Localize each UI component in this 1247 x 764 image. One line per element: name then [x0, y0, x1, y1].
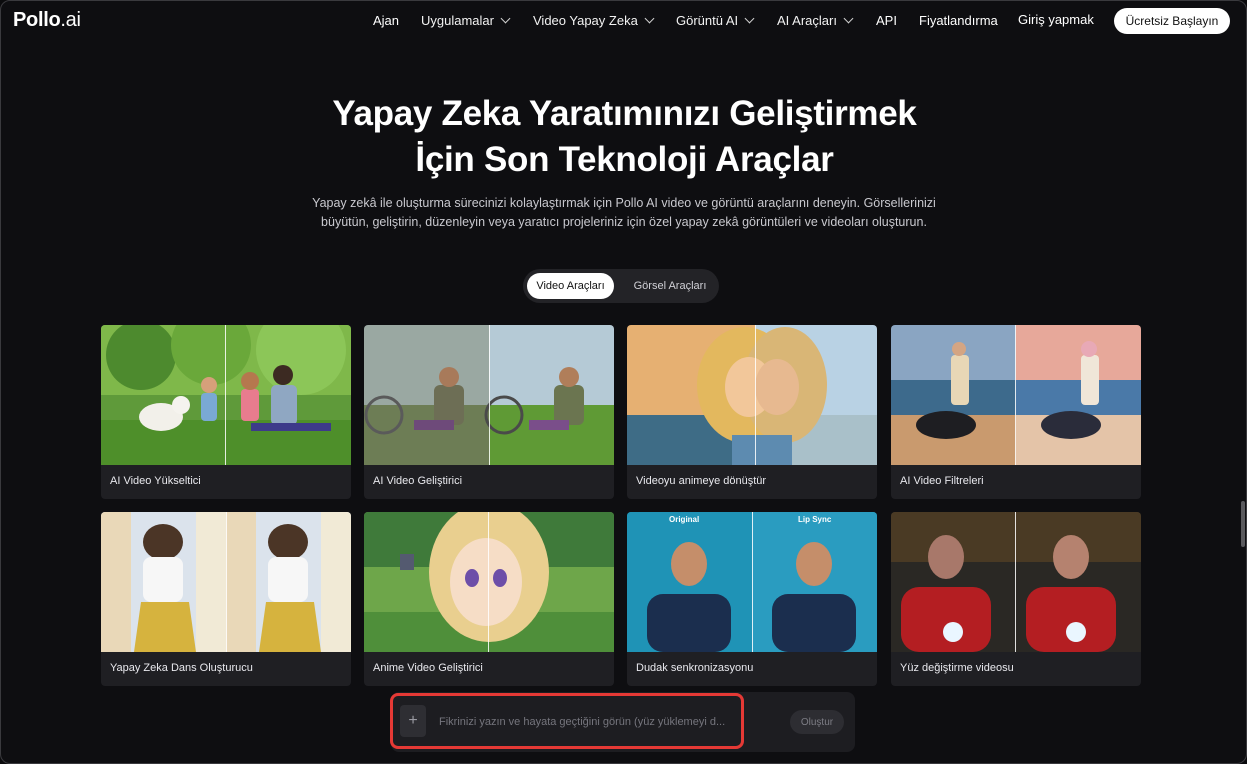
- nav-araclar-label: AI Araçları: [777, 13, 837, 28]
- tool-card-dance-generator[interactable]: Yapay Zeka Dans Oluşturucu: [101, 512, 351, 686]
- nav-video-label: Video Yapay Zeka: [533, 13, 638, 28]
- generate-button[interactable]: Oluştur: [790, 710, 844, 734]
- nav-api[interactable]: API: [876, 13, 897, 28]
- nav-ajan[interactable]: Ajan: [373, 13, 399, 28]
- card-label: AI Video Yükseltici: [110, 475, 201, 487]
- scrollbar[interactable]: [1241, 501, 1245, 547]
- compare-divider[interactable]: [489, 325, 490, 465]
- highlight-box: [390, 693, 744, 749]
- woman-anime-thumbnail: [627, 325, 877, 465]
- title-line-1: Yapay Zeka Yaratımınızı Geliştirmek: [332, 94, 917, 133]
- card-label: Yapay Zeka Dans Oluşturucu: [110, 662, 253, 674]
- park-family-thumbnail: [101, 325, 351, 465]
- get-started-button[interactable]: Ücretsiz Başlayın: [1114, 8, 1230, 34]
- nav-video-yapay-zeka[interactable]: Video Yapay Zeka: [533, 13, 655, 28]
- tab-video-tools[interactable]: Video Araçları: [527, 273, 614, 299]
- card-label: AI Video Filtreleri: [900, 475, 984, 487]
- compare-divider[interactable]: [226, 512, 227, 652]
- card-label: AI Video Geliştirici: [373, 475, 463, 487]
- nav-login[interactable]: Giriş yapmak: [1018, 12, 1094, 27]
- chevron-down-icon: [644, 13, 655, 24]
- compare-divider[interactable]: [755, 325, 756, 465]
- pollo-logo[interactable]: Pollo.ai: [13, 9, 81, 32]
- nav-ai-araclari[interactable]: AI Araçları: [777, 13, 854, 28]
- tool-card-video-to-anime[interactable]: Videoyu animeye dönüştür: [627, 325, 877, 499]
- nav-goruntu-label: Görüntü AI: [676, 13, 739, 28]
- tool-card-lip-sync[interactable]: Original Lip Sync Dudak senkronizasyonu: [627, 512, 877, 686]
- compare-divider[interactable]: [225, 325, 226, 465]
- chevron-down-icon: [744, 13, 755, 24]
- nav-goruntu-ai[interactable]: Görüntü AI: [676, 13, 755, 28]
- anime-girl-thumbnail: [364, 512, 614, 652]
- tool-card-anime-enhancer[interactable]: Anime Video Geliştirici: [364, 512, 614, 686]
- logo-text: Pollo: [13, 9, 61, 31]
- compare-divider[interactable]: [1015, 512, 1016, 652]
- tool-card-video-filters[interactable]: AI Video Filtreleri: [891, 325, 1141, 499]
- title-line-2: İçin Son Teknoloji Araçlar: [415, 140, 834, 179]
- tab-image-tools[interactable]: Görsel Araçları: [623, 273, 717, 299]
- compare-divider[interactable]: [1015, 325, 1016, 465]
- card-label: Yüz değiştirme videosu: [900, 662, 1014, 674]
- card-label: Dudak senkronizasyonu: [636, 662, 754, 674]
- card-label: Videoyu animeye dönüştür: [636, 475, 767, 487]
- logo-suffix: .ai: [60, 9, 81, 31]
- tool-card-video-enhancer[interactable]: AI Video Geliştirici: [364, 325, 614, 499]
- nav-uygulamalar-label: Uygulamalar: [421, 13, 494, 28]
- chevron-down-icon: [500, 13, 511, 24]
- overlay-lipsync-label: Lip Sync: [798, 515, 832, 524]
- overlay-original-label: Original: [669, 515, 700, 524]
- page-subtitle: Yapay zekâ ile oluşturma sürecinizi kola…: [312, 196, 936, 229]
- tool-card-video-upscaler[interactable]: AI Video Yükseltici: [101, 325, 351, 499]
- card-label: Anime Video Geliştirici: [373, 662, 483, 674]
- chevron-down-icon: [843, 13, 854, 24]
- compare-divider[interactable]: [752, 512, 753, 652]
- app-window: Pollo.ai Ajan Uygulamalar Video Yapay Ze…: [0, 0, 1247, 764]
- tool-type-toggle: Video Araçları Görsel Araçları: [523, 269, 719, 303]
- page-title: Yapay Zeka Yaratımınızı Geliştirmek İçin…: [1, 91, 1246, 183]
- tool-card-face-swap[interactable]: Yüz değiştirme videosu: [891, 512, 1141, 686]
- nav-fiyatlandirma[interactable]: Fiyatlandırma: [919, 13, 998, 28]
- beach-dog-thumbnail: [891, 325, 1141, 465]
- top-nav: Pollo.ai Ajan Uygulamalar Video Yapay Ze…: [1, 1, 1246, 41]
- nav-uygulamalar[interactable]: Uygulamalar: [421, 13, 511, 28]
- compare-divider[interactable]: [488, 512, 489, 652]
- face-swap-thumbnail: [891, 512, 1141, 652]
